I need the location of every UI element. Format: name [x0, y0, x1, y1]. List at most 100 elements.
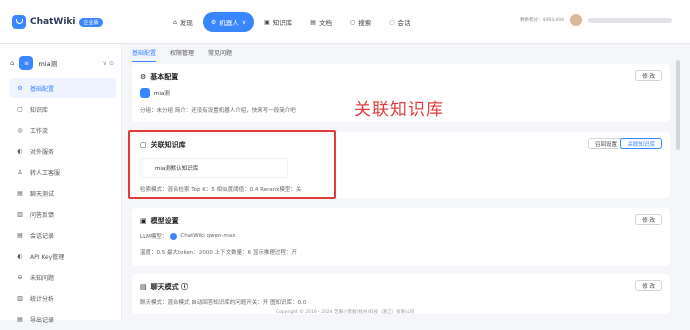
- app-logo[interactable]: ChatWiki 企业版: [12, 15, 103, 29]
- nav-discover[interactable]: ⌂ 发现: [165, 12, 201, 32]
- sidebar-item-label: 聊天测试: [30, 190, 55, 198]
- scrollbar[interactable]: [676, 60, 680, 150]
- person-icon: ♙: [17, 168, 23, 176]
- feedback-icon: ▥: [17, 210, 23, 218]
- model-row-prefix: LLM模型：: [140, 234, 168, 240]
- nav-docs[interactable]: ▤ 文档: [302, 12, 340, 32]
- bot-controls-icon[interactable]: ∨ ⊙: [103, 60, 114, 67]
- chatwiki-logo-icon: [12, 15, 26, 29]
- nav-robot[interactable]: ⚙ 机器人 ∨: [202, 12, 255, 32]
- card-title: ⚙ 基本配置: [140, 72, 178, 82]
- sidebar-item-label: 导出记录: [30, 316, 55, 324]
- user-avatar[interactable]: [570, 14, 582, 26]
- tab-basic-config[interactable]: 基础配置: [132, 46, 157, 62]
- main-nav: ⌂ 发现 ⚙ 机器人 ∨ ▣ 知识库 ▤ 文档 ○ 搜索 ◌ 会话: [165, 12, 418, 32]
- bot-icon: [140, 88, 150, 98]
- nav-knowledge[interactable]: ▣ 知识库: [256, 12, 300, 32]
- log-icon: ▤: [17, 231, 23, 239]
- robot-icon: ⚙: [210, 18, 217, 26]
- nav-label: 发现: [179, 19, 193, 27]
- nav-label: 文档: [318, 19, 332, 27]
- sidebar-item-chat-test[interactable]: ▤ 聊天测试: [10, 183, 116, 203]
- bot-name-row: mia测: [140, 88, 170, 98]
- model-name: ChatWiki qwen-max: [180, 233, 236, 239]
- annotation-label: 关联知识库: [354, 100, 444, 120]
- library-icon: ▣: [264, 18, 270, 26]
- bot-avatar-icon: ≡: [19, 56, 34, 70]
- model-settings-card: ▣ 模型设置 修 改 LLM模型： ChatWiki qwen-max 温度：0.…: [132, 208, 670, 266]
- top-bar: ChatWiki 企业版 ⌂ 发现 ⚙ 机器人 ∨ ▣ 知识库 ▤ 文档 ○ 搜索 ◌ 会话 …: [0, 0, 690, 44]
- sidebar-item-statistics[interactable]: ▥ 统计分析: [10, 288, 116, 308]
- bot-description: 分组：未分组 简介：还没有设置机器人介绍，快来写一段简介吧: [140, 108, 296, 114]
- sidebar-item-api-key[interactable]: ◐ API Key管理: [10, 246, 116, 266]
- user-name-redacted[interactable]: [588, 17, 672, 23]
- home-icon: ⌂: [173, 18, 177, 26]
- nav-search[interactable]: ○ 搜索: [342, 12, 379, 32]
- sidebar-item-label: 知识库: [30, 106, 49, 114]
- config-tabs: 基础配置 权限管理 常见问题: [132, 46, 232, 62]
- nav-label: 搜索: [358, 19, 372, 27]
- chat-test-icon: ▤: [17, 189, 23, 197]
- sidebar-item-workflow[interactable]: ◎ 工作流: [10, 120, 116, 140]
- basic-title: 基本配置: [150, 73, 179, 81]
- sidebar-item-unknown-questions[interactable]: ⊖ 未知问题: [10, 267, 116, 287]
- home-icon[interactable]: ⌂: [10, 59, 14, 67]
- nav-chat[interactable]: ◌ 会话: [381, 12, 418, 32]
- sidebar-item-basic-config[interactable]: ⚙ 基础配置: [10, 78, 116, 98]
- workflow-icon: ◎: [17, 126, 23, 134]
- stats-icon: ▥: [17, 294, 23, 302]
- bot-selector[interactable]: ⌂ ≡ mia测 ∨ ⊙: [10, 54, 114, 72]
- model-title: 模型设置: [150, 217, 179, 225]
- nav-label: 知识库: [272, 19, 293, 27]
- chat-mode-icon: ▤: [140, 283, 147, 291]
- account-area: 剩余积分：4493,444: [520, 14, 672, 26]
- tab-permissions[interactable]: 权限管理: [170, 46, 194, 62]
- edition-badge: 企业版: [79, 17, 103, 27]
- model-row: LLM模型： ChatWiki qwen-max: [140, 232, 235, 240]
- sidebar-item-label: 基础配置: [30, 85, 55, 93]
- nav-label: 会话: [397, 19, 411, 27]
- sidebar-item-label: 转人工客服: [30, 169, 61, 177]
- chat-mode-line: 聊天模式：混合模式 自动回答知识库的问题开关：开 图知识库：0.0: [140, 300, 307, 306]
- key-icon: ◐: [17, 252, 23, 260]
- link-knowledge-button[interactable]: 关联知识库: [620, 138, 662, 149]
- sidebar-item-label: 统计分析: [30, 295, 55, 303]
- model-icon: ▣: [140, 217, 147, 225]
- credit-info: 剩余积分：4493,444: [520, 18, 564, 23]
- card-title: ▣ 模型设置: [140, 216, 179, 226]
- chat-icon: ◌: [389, 18, 395, 26]
- service-icon: ◐: [17, 147, 23, 155]
- sidebar-item-session-log[interactable]: ▤ 会话记录: [10, 225, 116, 245]
- question-icon: ⊖: [17, 273, 23, 281]
- sidebar-item-knowledge[interactable]: ▢ 知识库: [10, 99, 116, 119]
- chatwiki-model-icon: [170, 232, 178, 240]
- nav-label: 机器人: [219, 19, 239, 27]
- doc-icon: ▤: [310, 18, 316, 26]
- edit-model-button[interactable]: 修 改: [635, 214, 662, 225]
- sidebar-item-label: 工作流: [30, 127, 49, 135]
- sidebar: ⌂ ≡ mia测 ∨ ⊙ ⚙ 基础配置 ▢ 知识库 ◎ 工作流 ◐ 对外服务 ♙ 转人工客…: [0, 44, 122, 324]
- sidebar-menu: ⚙ 基础配置 ▢ 知识库 ◎ 工作流 ◐ 对外服务 ♙ 转人工客服 ▤ 聊天测试 ▥ 问答反馈…: [10, 78, 116, 330]
- export-icon: ▤: [17, 315, 23, 323]
- recall-settings-button[interactable]: 召回设置: [587, 138, 624, 149]
- tab-faq[interactable]: 常见问题: [208, 46, 232, 62]
- edit-basic-button[interactable]: 修 改: [635, 70, 662, 81]
- sidebar-item-external-service[interactable]: ◐ 对外服务: [10, 141, 116, 161]
- book-icon: ▢: [17, 105, 23, 113]
- sidebar-item-label: 会话记录: [30, 232, 55, 240]
- model-params: 温度：0.5 最大token：2000 上下文数量：6 显示推理过程：开: [140, 250, 297, 256]
- chat-title: 聊天模式 ⓘ: [150, 283, 189, 291]
- bot-name-text: mia测: [154, 91, 170, 97]
- chevron-down-icon: ∨: [241, 18, 247, 26]
- sidebar-item-label: 问答反馈: [30, 211, 55, 219]
- bot-name: mia测: [38, 60, 58, 68]
- card-title: ▤ 聊天模式 ⓘ: [140, 282, 188, 292]
- search-icon: ○: [349, 18, 356, 26]
- sidebar-item-human-agent[interactable]: ♙ 转人工客服: [10, 162, 116, 182]
- sidebar-item-label: 未知问题: [30, 274, 55, 282]
- sidebar-item-label: 对外服务: [30, 148, 55, 156]
- sidebar-item-feedback[interactable]: ▥ 问答反馈: [10, 204, 116, 224]
- chat-mode-card: ▤ 聊天模式 ⓘ 修 改 聊天模式：混合模式 自动回答知识库的问题开关：开 图知识…: [132, 274, 670, 314]
- sidebar-item-label: API Key管理: [30, 253, 65, 261]
- edit-chat-button[interactable]: 修 改: [635, 280, 662, 291]
